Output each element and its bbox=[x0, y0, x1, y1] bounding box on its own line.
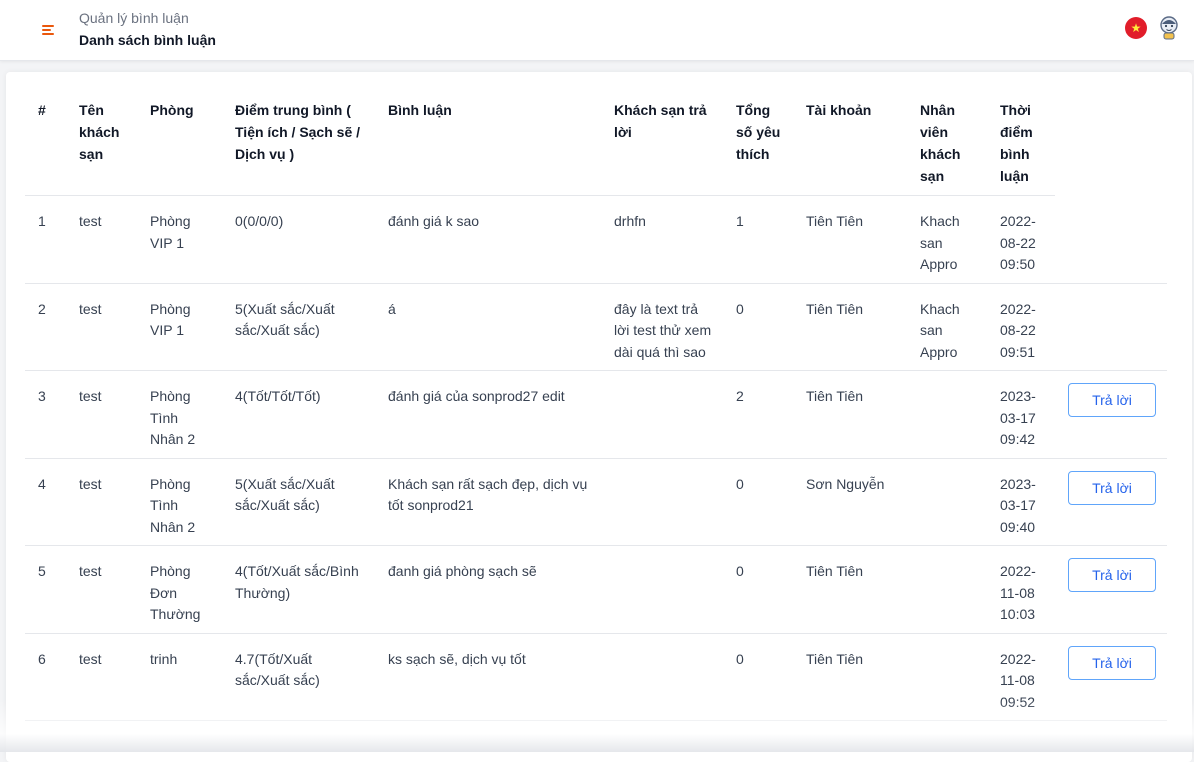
cell-hotel-name: test bbox=[66, 195, 137, 284]
cell-comment: đánh giá k sao bbox=[375, 195, 601, 284]
cell-comment-time: 2023-03-17 09:42 bbox=[987, 370, 1055, 459]
cell-comment: đanh giá phòng sạch sẽ bbox=[375, 545, 601, 634]
cell-account: Tiên Tiên bbox=[793, 633, 907, 721]
breadcrumb: Quản lý bình luận bbox=[79, 10, 189, 26]
cell-actions bbox=[1055, 195, 1167, 284]
reply-button[interactable]: Trả lời bbox=[1068, 470, 1156, 505]
col-hotel-name: Tên khách sạn bbox=[66, 94, 137, 196]
col-comment: Bình luận bbox=[375, 94, 601, 196]
cell-room: Phòng Tình Nhân 2 bbox=[137, 370, 222, 459]
cell-total-likes: 1 bbox=[723, 195, 793, 284]
cell-hotel-name: test bbox=[66, 370, 137, 459]
cell-average-score: 0(0/0/0) bbox=[222, 195, 375, 284]
comments-table: # Tên khách sạn Phòng Điểm trung bình ( … bbox=[25, 94, 1167, 721]
cell-index: 6 bbox=[25, 633, 66, 721]
vietnam-flag-icon[interactable]: ★ bbox=[1125, 17, 1147, 39]
table-row: 4 test Phòng Tình Nhân 2 5(Xuất sắc/Xuất sắ… bbox=[25, 458, 1167, 546]
cell-index: 1 bbox=[25, 195, 66, 284]
cell-average-score: 4(Tốt/Tốt/Tốt) bbox=[222, 370, 375, 459]
cell-index: 4 bbox=[25, 458, 66, 546]
cell-hotel-staff bbox=[907, 633, 987, 721]
cell-comment-time: 2022-08-22 09:51 bbox=[987, 283, 1055, 371]
menu-icon[interactable] bbox=[40, 22, 56, 38]
cell-hotel-staff bbox=[907, 545, 987, 634]
cell-actions: Trả lời bbox=[1055, 370, 1167, 459]
cell-room: Phòng Tình Nhân 2 bbox=[137, 458, 222, 546]
cell-actions bbox=[1055, 283, 1167, 371]
col-index: # bbox=[25, 94, 66, 196]
cell-hotel-name: test bbox=[66, 283, 137, 371]
cell-index: 5 bbox=[25, 545, 66, 634]
cell-account: Tiên Tiên bbox=[793, 370, 907, 459]
cell-total-likes: 2 bbox=[723, 370, 793, 459]
cell-average-score: 4.7(Tốt/Xuất sắc/Xuất sắc) bbox=[222, 633, 375, 721]
top-bar: Quản lý bình luận Danh sách bình luận ★ bbox=[0, 0, 1194, 61]
cell-hotel-reply: drhfn bbox=[601, 195, 723, 284]
cell-hotel-reply: đây là text trả lời test thử xem dài quá… bbox=[601, 283, 723, 371]
col-average-score: Điểm trung bình ( Tiện ích / Sạch sẽ / D… bbox=[222, 94, 375, 196]
col-hotel-staff: Nhân viên khách sạn bbox=[907, 94, 987, 196]
reply-button[interactable]: Trả lời bbox=[1068, 558, 1156, 592]
cell-comment-time: 2022-08-22 09:50 bbox=[987, 195, 1055, 284]
cell-room: trinh bbox=[137, 633, 222, 721]
col-room: Phòng bbox=[137, 94, 222, 196]
cell-account: Tiên Tiên bbox=[793, 283, 907, 371]
cell-room: Phòng VIP 1 bbox=[137, 195, 222, 284]
cell-comment-time: 2023-03-17 09:40 bbox=[987, 458, 1055, 546]
cell-index: 3 bbox=[25, 370, 66, 459]
cell-hotel-reply bbox=[601, 458, 723, 546]
cell-comment: ks sạch sẽ, dịch vụ tốt bbox=[375, 633, 601, 721]
cell-comment-time: 2022-11-08 09:52 bbox=[987, 633, 1055, 721]
cell-index: 2 bbox=[25, 283, 66, 371]
cell-comment: đánh giá của sonprod27 edit bbox=[375, 370, 601, 459]
table-row: 1 test Phòng VIP 1 0(0/0/0) đánh giá k sao dr… bbox=[25, 195, 1167, 284]
col-comment-time: Thời điểm bình luận bbox=[987, 94, 1055, 196]
cell-average-score: 5(Xuất sắc/Xuất sắc/Xuất sắc) bbox=[222, 283, 375, 371]
cell-actions: Trả lời bbox=[1055, 458, 1167, 546]
reply-button[interactable]: Trả lời bbox=[1068, 645, 1156, 680]
user-avatar-icon[interactable] bbox=[1157, 15, 1181, 41]
cell-actions: Trả lời bbox=[1055, 545, 1167, 634]
cell-hotel-staff: Khach san Appro bbox=[907, 195, 987, 284]
cell-hotel-name: test bbox=[66, 458, 137, 546]
cell-hotel-staff bbox=[907, 370, 987, 459]
reply-button[interactable]: Trả lời bbox=[1068, 383, 1156, 417]
col-actions bbox=[1055, 94, 1167, 196]
comments-panel: # Tên khách sạn Phòng Điểm trung bình ( … bbox=[6, 72, 1192, 762]
cell-hotel-staff: Khach san Appro bbox=[907, 283, 987, 371]
col-total-likes: Tổng số yêu thích bbox=[723, 94, 793, 196]
cell-account: Tiên Tiên bbox=[793, 195, 907, 284]
table-row: 6 test trinh 4.7(Tốt/Xuất sắc/Xuất sắc) ks s… bbox=[25, 633, 1167, 721]
cell-average-score: 4(Tốt/Xuất sắc/Bình Thường) bbox=[222, 545, 375, 634]
cell-average-score: 5(Xuất sắc/Xuất sắc/Xuất sắc) bbox=[222, 458, 375, 546]
cell-hotel-staff bbox=[907, 458, 987, 546]
cell-hotel-reply bbox=[601, 633, 723, 721]
cell-total-likes: 0 bbox=[723, 545, 793, 634]
col-account: Tài khoản bbox=[793, 94, 907, 196]
cell-comment-time: 2022-11-08 10:03 bbox=[987, 545, 1055, 634]
cell-comment: á bbox=[375, 283, 601, 371]
page-title: Danh sách bình luận bbox=[79, 32, 216, 48]
cell-account: Tiên Tiên bbox=[793, 545, 907, 634]
table-row: 5 test Phòng Đơn Thường 4(Tốt/Xuất sắc/Bình… bbox=[25, 545, 1167, 634]
cell-hotel-reply bbox=[601, 545, 723, 634]
cell-actions: Trả lời bbox=[1055, 633, 1167, 721]
cell-room: Phòng VIP 1 bbox=[137, 283, 222, 371]
cell-hotel-name: test bbox=[66, 545, 137, 634]
table-row: 2 test Phòng VIP 1 5(Xuất sắc/Xuất sắc/Xuất… bbox=[25, 283, 1167, 371]
cell-total-likes: 0 bbox=[723, 633, 793, 721]
cell-account: Sơn Nguyễn bbox=[793, 458, 907, 546]
cell-room: Phòng Đơn Thường bbox=[137, 545, 222, 634]
table-row: 3 test Phòng Tình Nhân 2 4(Tốt/Tốt/Tốt) đánh… bbox=[25, 370, 1167, 459]
table-header-row: # Tên khách sạn Phòng Điểm trung bình ( … bbox=[25, 94, 1167, 196]
cell-hotel-name: test bbox=[66, 633, 137, 721]
cell-total-likes: 0 bbox=[723, 458, 793, 546]
cell-comment: Khách sạn rất sạch đẹp, dịch vụ tốt sonp… bbox=[375, 458, 601, 546]
col-hotel-reply: Khách sạn trả lời bbox=[601, 94, 723, 196]
cell-hotel-reply bbox=[601, 370, 723, 459]
cell-total-likes: 0 bbox=[723, 283, 793, 371]
